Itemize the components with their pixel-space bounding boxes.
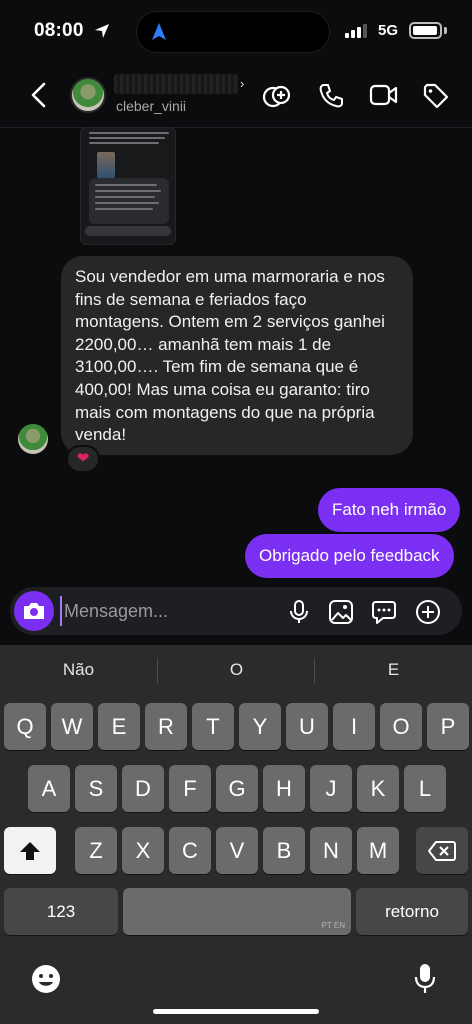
on-screen-keyboard: Não O E Q W E R T Y U I O P A S D F G H … [0, 645, 472, 1024]
phone-call-icon[interactable] [318, 83, 344, 109]
key-s[interactable]: S [75, 765, 117, 812]
key-l[interactable]: L [404, 765, 446, 812]
gallery-icon[interactable] [328, 599, 354, 625]
message-composer [10, 587, 462, 635]
tag-icon[interactable] [422, 83, 450, 109]
network-type: 5G [378, 22, 399, 39]
suggestion-item[interactable]: O [158, 645, 315, 695]
key-b[interactable]: B [263, 827, 305, 874]
camera-icon [24, 603, 44, 619]
key-x[interactable]: X [122, 827, 164, 874]
key-g[interactable]: G [216, 765, 258, 812]
dynamic-island [136, 11, 330, 53]
video-call-icon[interactable] [369, 83, 399, 107]
key-r[interactable]: R [145, 703, 187, 750]
suggestion-item[interactable]: E [315, 645, 472, 695]
navigation-arrow-icon [152, 23, 166, 40]
message-input[interactable] [60, 596, 240, 626]
shared-screenshot-image[interactable] [80, 127, 176, 245]
add-circle-icon[interactable] [415, 599, 441, 625]
backspace-icon [428, 841, 456, 861]
status-time: 08:00 [34, 20, 84, 41]
key-z[interactable]: Z [75, 827, 117, 874]
language-indicator: PT EN [321, 921, 345, 930]
suggestion-bar: Não O E [0, 645, 472, 695]
key-e[interactable]: E [98, 703, 140, 750]
key-w[interactable]: W [51, 703, 93, 750]
shift-key[interactable] [4, 827, 56, 874]
key-k[interactable]: K [357, 765, 399, 812]
delete-key[interactable] [416, 827, 468, 874]
key-a[interactable]: A [28, 765, 70, 812]
location-arrow-icon [95, 24, 109, 38]
contact-avatar[interactable] [70, 77, 106, 113]
heart-reaction[interactable]: ❤ [66, 445, 100, 473]
space-bar[interactable]: PT EN [123, 888, 351, 935]
key-y[interactable]: Y [239, 703, 281, 750]
key-m[interactable]: M [357, 827, 399, 874]
name-chevron-icon[interactable]: › [240, 76, 244, 91]
message-thread: Sou vendedor em uma marmoraria e nos fin… [0, 127, 472, 584]
chat-header: › cleber_vinii [0, 62, 472, 128]
signal-bars-icon [345, 24, 367, 38]
back-chevron-icon[interactable] [28, 82, 50, 108]
key-v[interactable]: V [216, 827, 258, 874]
key-h[interactable]: H [263, 765, 305, 812]
key-t[interactable]: T [192, 703, 234, 750]
key-q[interactable]: Q [4, 703, 46, 750]
contact-username[interactable]: cleber_vinii [116, 98, 186, 114]
dictation-microphone-icon[interactable] [414, 962, 436, 996]
home-indicator[interactable] [153, 1009, 319, 1014]
key-j[interactable]: J [310, 765, 352, 812]
status-bar: 08:00 5G [0, 0, 472, 62]
battery-icon [409, 22, 442, 39]
key-n[interactable]: N [310, 827, 352, 874]
microphone-icon[interactable] [288, 599, 310, 625]
suggestion-item[interactable]: Não [0, 645, 157, 695]
outgoing-message-bubble[interactable]: Fato neh irmão [318, 488, 461, 532]
outgoing-message-bubble[interactable]: Obrigado pelo feedback [245, 534, 454, 578]
key-f[interactable]: F [169, 765, 211, 812]
key-u[interactable]: U [286, 703, 328, 750]
key-c[interactable]: C [169, 827, 211, 874]
key-o[interactable]: O [380, 703, 422, 750]
incoming-message-bubble[interactable]: Sou vendedor em uma marmoraria e nos fin… [61, 256, 413, 455]
key-d[interactable]: D [122, 765, 164, 812]
shift-arrow-icon [20, 842, 40, 860]
camera-button[interactable] [14, 591, 54, 631]
sticker-chat-icon[interactable] [371, 599, 397, 625]
return-key[interactable]: retorno [356, 888, 468, 935]
key-p[interactable]: P [427, 703, 469, 750]
redacted-display-name[interactable] [114, 74, 238, 94]
sender-avatar[interactable] [18, 424, 48, 454]
numbers-key[interactable]: 123 [4, 888, 118, 935]
key-i[interactable]: I [333, 703, 375, 750]
emoji-icon[interactable] [30, 963, 62, 995]
add-to-chat-icon[interactable] [262, 83, 292, 111]
